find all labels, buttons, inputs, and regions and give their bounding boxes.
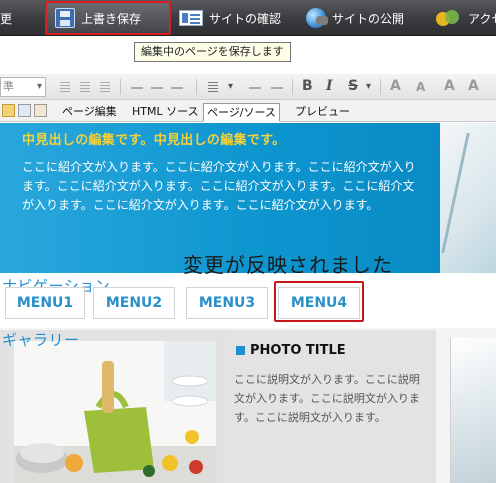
menu-item-2[interactable]: MENU2 [93, 287, 175, 319]
site-publish-button[interactable]: サイトの公開 [306, 0, 404, 36]
tab-preview[interactable]: プレビュー [292, 103, 353, 122]
indent-icon[interactable] [268, 78, 286, 96]
hero-image [440, 123, 496, 273]
edit-command-button[interactable]: 更 [0, 0, 12, 36]
strikethrough-button[interactable]: S [348, 78, 358, 94]
menu-item-1[interactable]: MENU1 [5, 287, 85, 319]
save-button[interactable]: 上書き保存 [45, 1, 171, 35]
format-toolbar: 準 ▾ B I S ▾ A A A A [0, 74, 496, 100]
paragraph-style-select[interactable]: 準 [0, 77, 46, 97]
site-publish-label: サイトの公開 [332, 11, 405, 26]
save-tooltip: 編集中のページを保存します [134, 42, 291, 62]
command-bar: 更 上書き保存 サイトの確認 サイトの公開 アクセス [0, 0, 496, 36]
access-button-label: アクセス [468, 11, 496, 26]
mode-tab-bar: ページ編集 HTML ソース ページ/ソース プレビュー [0, 100, 496, 122]
toolbar-divider [120, 79, 121, 95]
pencil-icon[interactable] [2, 104, 15, 117]
font-color-button[interactable]: A [444, 78, 455, 94]
bold-button[interactable]: B [302, 78, 313, 94]
outdent-icon[interactable] [246, 78, 264, 96]
title-bullet-icon [236, 346, 245, 355]
floppy-disk-icon [55, 8, 75, 28]
site-preview-button[interactable]: サイトの確認 [179, 0, 281, 36]
edit-command-label: 更 [0, 11, 13, 26]
font-size-up-button[interactable]: A [390, 78, 401, 94]
toolbar-divider [196, 79, 197, 95]
tab-page-source[interactable]: ページ/ソース [203, 103, 280, 122]
split-view-icon[interactable] [34, 104, 47, 117]
gallery-photo[interactable] [14, 341, 216, 483]
access-analysis-icon [436, 8, 462, 28]
tab-html-source[interactable]: HTML ソース [129, 103, 202, 122]
site-preview-icon [179, 10, 203, 26]
tab-page-edit[interactable]: ページ編集 [59, 103, 120, 122]
menu-item-3[interactable]: MENU3 [186, 287, 268, 319]
gallery-heading[interactable]: ギャラリー [2, 329, 80, 350]
photo-title[interactable]: PHOTO TITLE [236, 343, 346, 358]
font-size-down-button[interactable]: A [416, 80, 425, 94]
access-button[interactable]: アクセス [436, 0, 496, 36]
align-left-icon[interactable] [56, 78, 74, 96]
list-dropdown-icon[interactable]: ▾ [228, 81, 233, 92]
gallery-photo-2[interactable] [450, 338, 496, 483]
highlight-color-button[interactable]: A [468, 78, 479, 94]
insert-block-icon[interactable] [168, 78, 186, 96]
bulleted-list-icon[interactable] [204, 78, 222, 96]
save-button-label: 上書き保存 [81, 11, 142, 26]
italic-button[interactable]: I [326, 78, 333, 94]
photo-description[interactable]: ここに説明文が入ります。ここに説明文が入ります。ここに説明文が入ります。ここに説… [234, 370, 430, 427]
photo-title-text: PHOTO TITLE [250, 343, 346, 358]
kitchen-photo-image [14, 341, 216, 483]
horizontal-rule-icon[interactable] [128, 78, 146, 96]
align-right-icon[interactable] [96, 78, 114, 96]
page-icon[interactable] [18, 104, 31, 117]
align-center-icon[interactable] [76, 78, 94, 96]
change-applied-message: 変更が反映されました [183, 253, 393, 277]
site-preview-label: サイトの確認 [209, 11, 282, 26]
toolbar-divider [380, 79, 381, 95]
toolbar-divider [292, 79, 293, 95]
strike-dropdown-icon[interactable]: ▾ [366, 81, 371, 92]
globe-icon [306, 8, 328, 28]
menu-item-4[interactable]: MENU4 [278, 287, 360, 319]
hero-body-text[interactable]: ここに紹介文が入ります。ここに紹介文が入ります。ここに紹介文が入ります。ここに紹… [22, 158, 422, 215]
hero-heading[interactable]: 中見出しの編集です。中見出しの編集です。 [22, 129, 285, 148]
insert-line-icon[interactable] [148, 78, 166, 96]
